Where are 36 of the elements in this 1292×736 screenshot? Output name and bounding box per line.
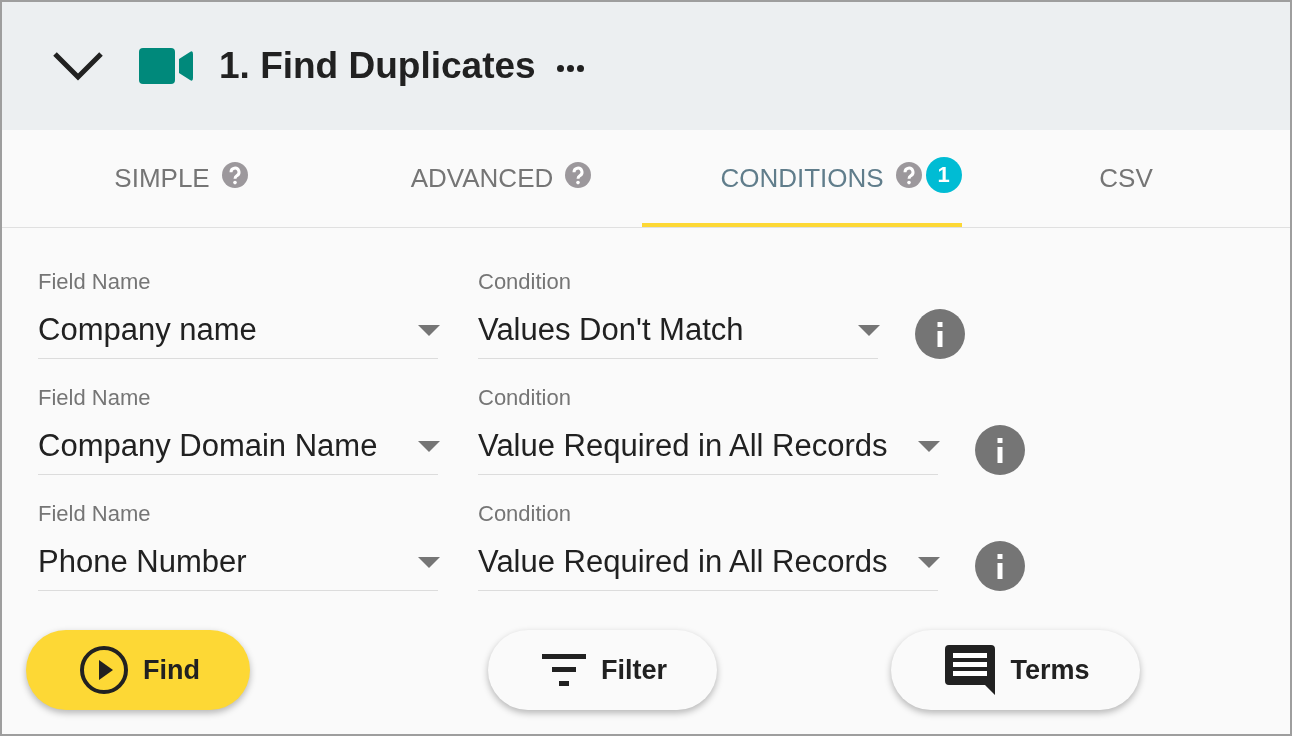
caret-icon: [917, 556, 940, 568]
tab[interactable]: CONDITIONS 1: [642, 130, 962, 227]
tab[interactable]: CSV: [962, 130, 1290, 227]
dropdown-field[interactable]: Company name: [38, 294, 438, 359]
caret-icon: [917, 440, 940, 452]
filter-icon: [542, 654, 586, 686]
field-label: Condition: [478, 502, 572, 526]
tab[interactable]: ADVANCED: [322, 130, 642, 227]
caret-icon: [858, 324, 880, 336]
field-label: Field Name: [38, 502, 152, 526]
field-label: Condition: [478, 270, 572, 294]
chevron-down-icon[interactable]: [52, 51, 104, 81]
play-icon: [80, 646, 128, 694]
dropdown-field[interactable]: Value Required in All Records: [478, 526, 938, 591]
section-title: 1. Find Duplicates: [219, 44, 536, 88]
more-icon[interactable]: [556, 64, 584, 72]
info-icon[interactable]: [915, 309, 965, 359]
count-badge: 1: [925, 156, 962, 193]
dropdown-field[interactable]: Value Required in All Records: [478, 410, 938, 475]
terms-button[interactable]: Terms: [891, 630, 1140, 710]
field-label: Field Name: [38, 386, 152, 410]
caret-icon: [418, 324, 440, 336]
info-icon[interactable]: [974, 541, 1025, 591]
filter-button[interactable]: Filter: [488, 630, 717, 710]
tab[interactable]: SIMPLE: [2, 130, 322, 227]
field-label: Condition: [478, 386, 572, 410]
field-label: Field Name: [38, 270, 152, 294]
caret-icon: [418, 556, 440, 568]
dropdown-field[interactable]: Values Don't Match: [478, 294, 878, 359]
dropdown-field[interactable]: Phone Number: [38, 526, 438, 591]
info-icon[interactable]: [974, 425, 1025, 475]
comment-icon: [945, 645, 996, 695]
dropdown-field[interactable]: Company Domain Name: [38, 410, 438, 475]
video-camera-icon: [139, 48, 193, 84]
find-button[interactable]: Find: [26, 630, 250, 710]
caret-icon: [418, 440, 440, 452]
